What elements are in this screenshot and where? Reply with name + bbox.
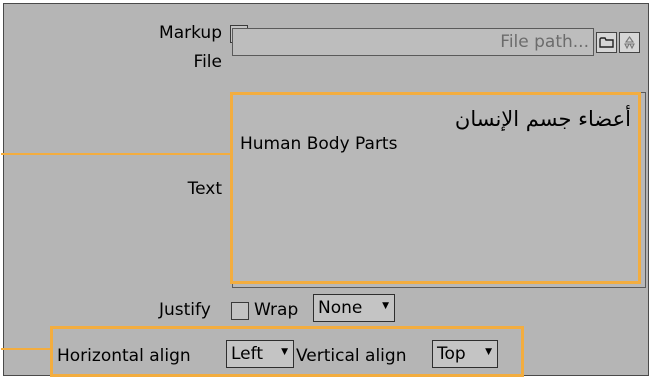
text-properties-panel: Markup File File path... Text أعضاء جسم … <box>1 3 649 377</box>
chevron-down-icon: ▼ <box>281 347 288 357</box>
folder-icon[interactable] <box>596 32 617 53</box>
file-label: File <box>193 52 222 72</box>
recycle-icon[interactable] <box>619 32 640 53</box>
chevron-down-icon: ▼ <box>485 347 492 357</box>
vertical-align-value: Top <box>437 344 466 364</box>
horizontal-align-label: Horizontal align <box>57 346 191 366</box>
file-path-placeholder: File path... <box>500 32 589 52</box>
markup-label: Markup <box>159 23 222 43</box>
vertical-align-dropdown[interactable]: Top ▼ <box>432 340 498 368</box>
horizontal-align-dropdown[interactable]: Left ▼ <box>226 340 294 368</box>
wrap-dropdown[interactable]: None ▼ <box>313 294 395 322</box>
text-editor-highlight <box>230 92 641 284</box>
align-row-tether <box>1 348 51 350</box>
horizontal-align-value: Left <box>231 344 263 364</box>
text-editor-tether <box>1 153 230 155</box>
justify-label: Justify <box>159 300 211 320</box>
file-path-input[interactable]: File path... <box>232 28 594 56</box>
chevron-down-icon: ▼ <box>382 301 389 311</box>
wrap-value: None <box>318 298 363 318</box>
justify-checkbox[interactable] <box>231 302 249 320</box>
text-label: Text <box>187 179 222 199</box>
wrap-label: Wrap <box>254 300 299 320</box>
vertical-align-label: Vertical align <box>296 346 407 366</box>
